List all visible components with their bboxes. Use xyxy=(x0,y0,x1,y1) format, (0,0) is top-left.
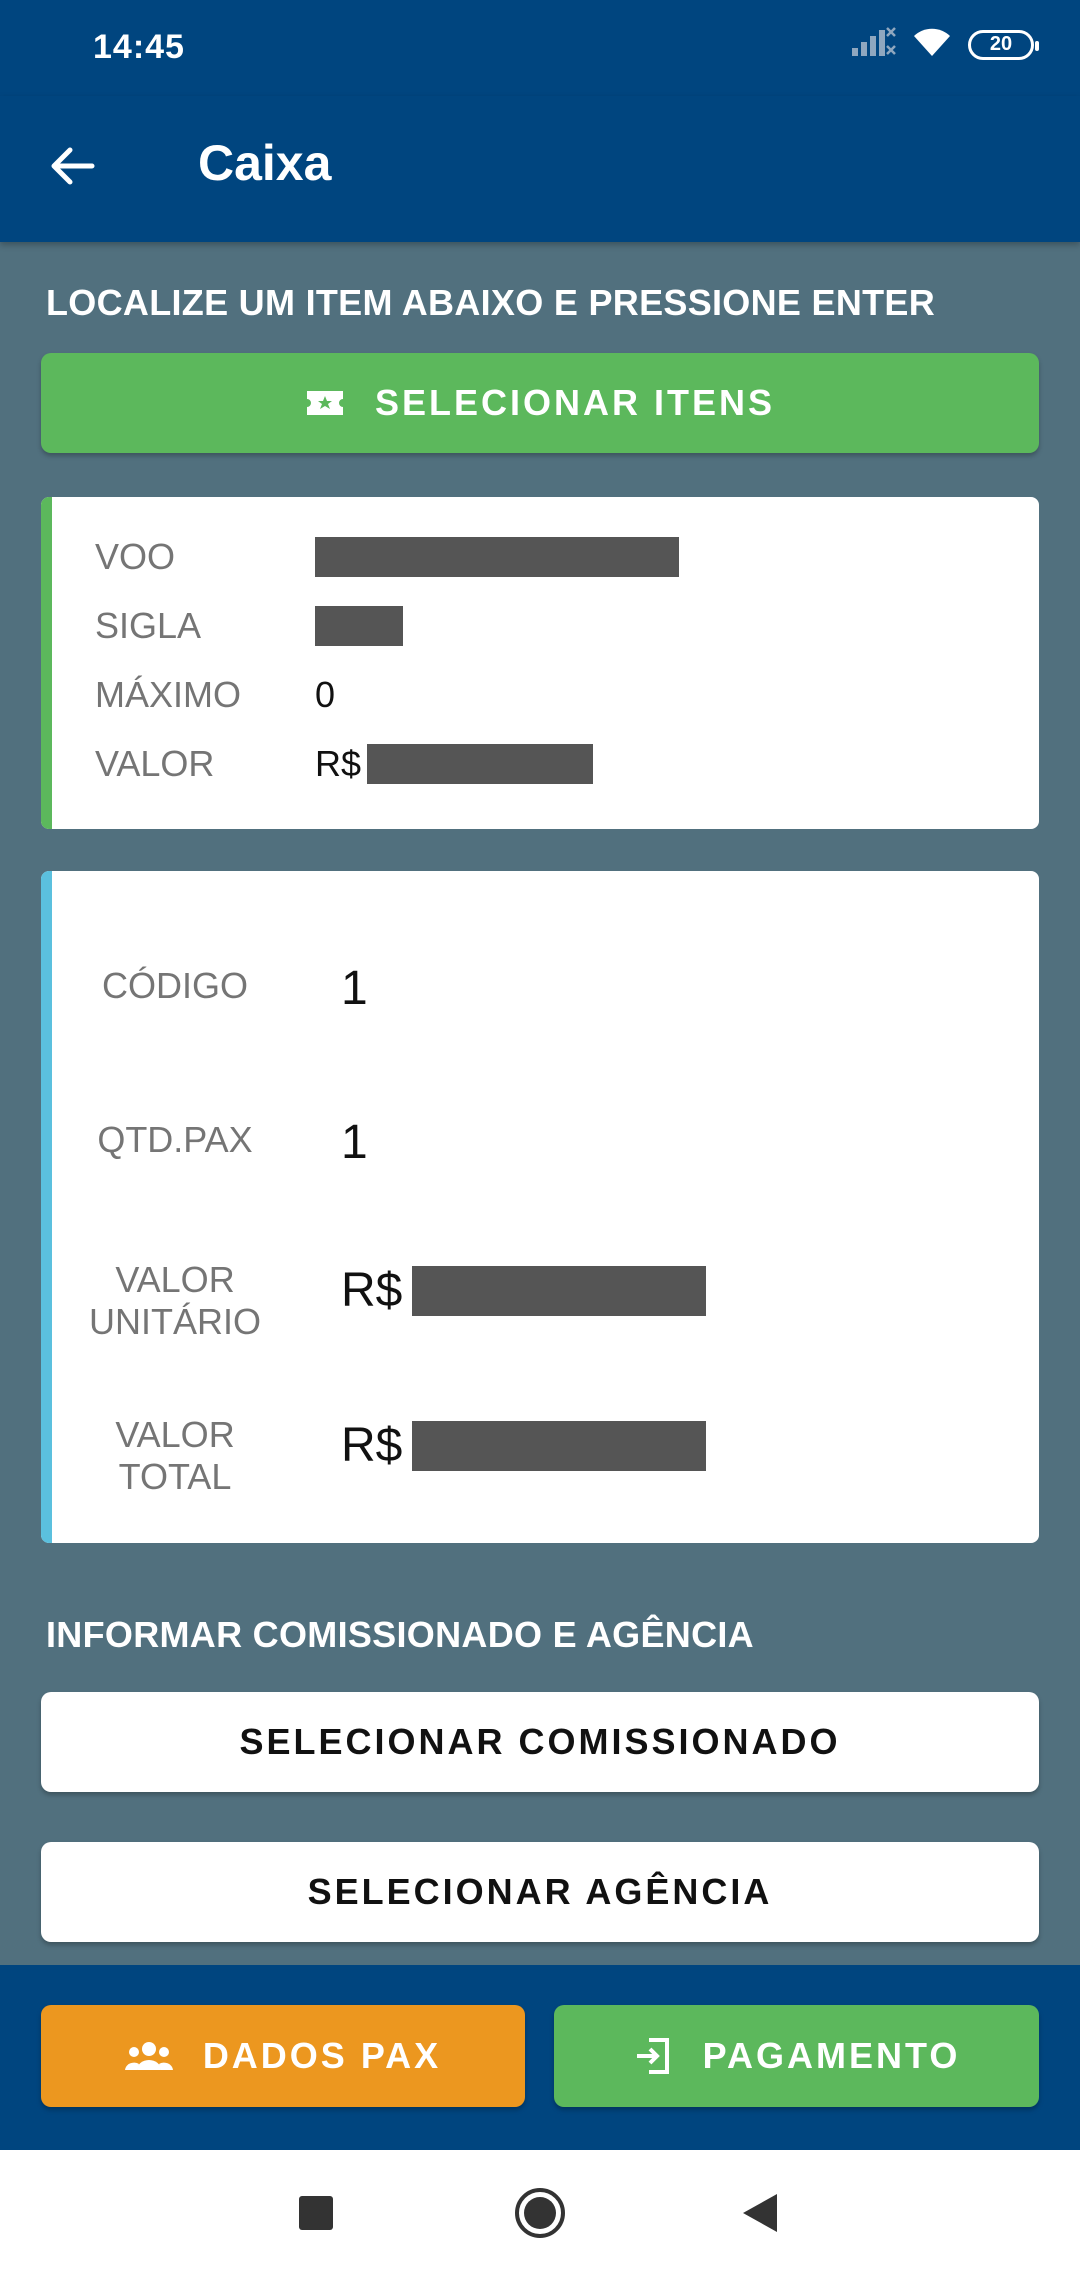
pagamento-button[interactable]: PAGAMENTO xyxy=(554,2005,1039,2107)
page-title: Caixa xyxy=(198,135,332,191)
select-items-label: SELECIONAR ITENS xyxy=(374,382,776,423)
voo-label: VOO xyxy=(95,536,176,577)
valor-total-currency: R$ xyxy=(341,1419,403,1472)
back-arrow-icon xyxy=(48,142,96,195)
home-button[interactable] xyxy=(480,2150,600,2280)
select-agency-label: SELECIONAR AGÊNCIA xyxy=(307,1871,773,1912)
valor-currency: R$ xyxy=(315,743,362,784)
valor-row: VALOR R$ xyxy=(95,739,594,789)
select-commissioned-button[interactable]: SELECIONAR COMISSIONADO xyxy=(41,1692,1039,1792)
qtd-pax-value: 1 xyxy=(341,1116,368,1169)
select-items-button[interactable]: SELECIONAR ITENS xyxy=(41,353,1039,453)
select-agency-button[interactable]: SELECIONAR AGÊNCIA xyxy=(41,1842,1039,1942)
locate-item-heading: LOCALIZE UM ITEM ABAIXO E PRESSIONE ENTE… xyxy=(46,282,936,323)
valor-total-value: R$ xyxy=(341,1418,707,1473)
valor-unitario-label: VALOR UNITÁRIO xyxy=(88,1259,261,1342)
sigla-label: SIGLA xyxy=(95,605,202,646)
redacted-block xyxy=(367,744,594,784)
redacted-block xyxy=(315,537,679,577)
select-commissioned-label: SELECIONAR COMISSIONADO xyxy=(239,1721,841,1762)
maximo-label: MÁXIMO xyxy=(95,674,242,715)
voo-row: VOO xyxy=(95,532,679,582)
recents-button[interactable] xyxy=(256,2150,376,2280)
valor-total-label: VALOR TOTAL xyxy=(115,1414,235,1497)
circle-nav-icon xyxy=(514,2187,566,2244)
redacted-block xyxy=(315,606,403,646)
status-time: 14:45 xyxy=(93,28,185,66)
signal-icon xyxy=(852,26,896,63)
redacted-block xyxy=(412,1420,707,1471)
codigo-label: CÓDIGO xyxy=(101,965,248,1006)
system-nav-bar xyxy=(0,2150,1080,2280)
valor-value: R$ xyxy=(315,743,594,785)
group-icon xyxy=(124,2040,173,2072)
ticket-icon xyxy=(305,387,345,419)
app-bar: Caixa xyxy=(0,96,1080,242)
back-nav-button[interactable] xyxy=(700,2150,820,2280)
bottom-action-bar: DADOS PAX PAGAMENTO xyxy=(0,1965,1080,2150)
battery-icon: 20 xyxy=(968,29,1039,60)
codigo-value: 1 xyxy=(341,962,368,1015)
square-nav-icon xyxy=(299,2195,333,2235)
status-bar: 14:45 20 xyxy=(0,0,1080,96)
qtd-pax-label: QTD.PAX xyxy=(97,1119,253,1160)
item-details-card: CÓDIGO 1 QTD.PAX 1 VALOR UNITÁRIO R$ VAL… xyxy=(41,871,1039,1543)
battery-level: 20 xyxy=(989,33,1013,55)
sigla-value xyxy=(315,606,403,646)
commission-heading: INFORMAR COMISSIONADO E AGÊNCIA xyxy=(46,1614,754,1655)
valor-unitario-value: R$ xyxy=(341,1263,707,1318)
maximo-row: MÁXIMO 0 xyxy=(95,670,335,720)
sigla-row: SIGLA xyxy=(95,601,403,651)
triangle-nav-icon xyxy=(743,2193,777,2237)
flight-info-card: VOO SIGLA MÁXIMO 0 VALOR R$ xyxy=(41,497,1039,829)
card-accent xyxy=(41,497,52,829)
redacted-block xyxy=(412,1265,707,1316)
wifi-icon xyxy=(912,26,952,63)
dados-pax-button[interactable]: DADOS PAX xyxy=(41,2005,525,2107)
voo-value xyxy=(315,537,679,577)
valor-label: VALOR xyxy=(95,743,215,784)
pagamento-label: PAGAMENTO xyxy=(702,2035,961,2076)
dados-pax-label: DADOS PAX xyxy=(202,2035,442,2076)
back-button[interactable] xyxy=(40,136,104,200)
login-icon xyxy=(633,2036,673,2076)
valor-unitario-currency: R$ xyxy=(341,1264,403,1317)
status-icons: 20 xyxy=(852,26,1039,63)
maximo-value: 0 xyxy=(315,674,336,715)
